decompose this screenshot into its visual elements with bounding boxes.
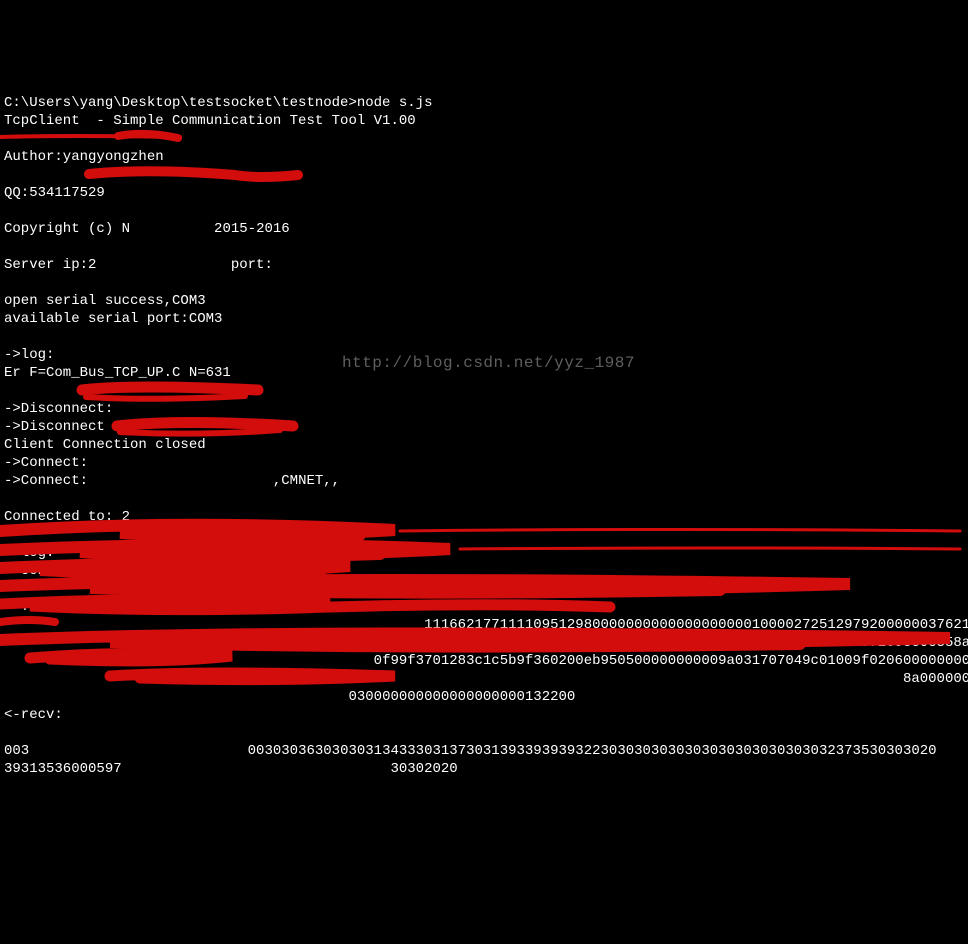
connected-line: Connected to: 2 [4, 509, 130, 525]
redacted-text [122, 761, 391, 777]
prompt-line: C:\Users\yang\Desktop\testsocket\testnod… [4, 95, 432, 111]
serial-avail-line: available serial port:COM3 [4, 311, 222, 327]
hex-data: 1116621771111095129800000000000000000001… [424, 617, 968, 633]
hex-line: 003 003030363030303134333031373031393393… [4, 743, 937, 759]
terminal-output: C:\Users\yang\Desktop\testsocket\testnod… [0, 72, 968, 782]
redacted-text [130, 221, 206, 237]
redacted-text [4, 617, 424, 633]
hex-prefix: 003 [4, 743, 29, 759]
hex-prefix: 39313536000597 [4, 761, 122, 777]
redacted-text [88, 473, 273, 489]
recv-line: <-recv: [4, 707, 63, 723]
redacted-text [29, 743, 247, 759]
closed-line: Client Connection closed [4, 437, 206, 453]
hex-line: 1116621771111095129800000000000000000001… [4, 617, 968, 633]
banner-line: TcpClient - Simple Communication Test To… [4, 113, 416, 129]
author-line: Author:yangyongzhen [4, 149, 164, 165]
connect-line: ->Connect: ,CMNET,, [4, 473, 340, 489]
hex-data: 0030303630303031343330313730313933939393… [248, 743, 937, 759]
hex-line: 855 [4, 725, 968, 741]
redacted-text [4, 689, 348, 705]
redacted-text [4, 725, 968, 741]
server-mid: port: [222, 257, 272, 273]
tx-line: ->Tx: [4, 599, 46, 615]
redacted-text [4, 671, 903, 687]
error-line: Er F=Com_Bus_TCP_UP.C N=631 [4, 365, 231, 381]
hex-data: 030000000000000000000132200 [348, 689, 575, 705]
hex-data: 8a000000333010101 [903, 671, 968, 687]
copyright-line: Copyright (c) N 2015-2016 [4, 221, 290, 237]
log-header-line: ->log: [4, 545, 54, 561]
serial-open-line: open serial success,COM3 [4, 293, 206, 309]
qq-line: QQ:534117529 [4, 185, 105, 201]
connected-pre: Connected to: 2 [4, 509, 130, 525]
hex-line: 3730313132393939313536061000000000000000… [4, 635, 968, 651]
redacted-text [4, 653, 374, 669]
hex-data: 3730313132393939313536061000000000000000… [491, 635, 968, 651]
connect-line: ->Connect: [4, 455, 88, 471]
hex-data: 30302020 [390, 761, 457, 777]
hex-line: 39313536000597 30302020 [4, 761, 458, 777]
server-pre: Server ip:2 [4, 257, 96, 273]
hex-line: 8a000000333010101 [4, 671, 968, 687]
hex-line: 0f99f3701283c1c5b9f360200eb9505000000000… [4, 653, 968, 669]
copyright-pre: Copyright (c) N [4, 221, 130, 237]
conn-succ-line: >>connect succ! [4, 563, 130, 579]
server-line: Server ip:2 port: [4, 257, 273, 273]
redacted-text [4, 635, 491, 651]
log-header-line: ->log: [4, 347, 54, 363]
hex-data: 0f99f3701283c1c5b9f360200eb9505000000000… [374, 653, 968, 669]
hex-line: 030000000000000000000132200 [4, 689, 575, 705]
connect2-post: ,CMNET,, [273, 473, 340, 489]
disconnect-line: ->Disconnect [4, 419, 105, 435]
disconnect-line: ->Disconnect: [4, 401, 113, 417]
redacted-text [96, 257, 222, 273]
connect2-pre: ->Connect: [4, 473, 88, 489]
copyright-post: 2015-2016 [206, 221, 290, 237]
